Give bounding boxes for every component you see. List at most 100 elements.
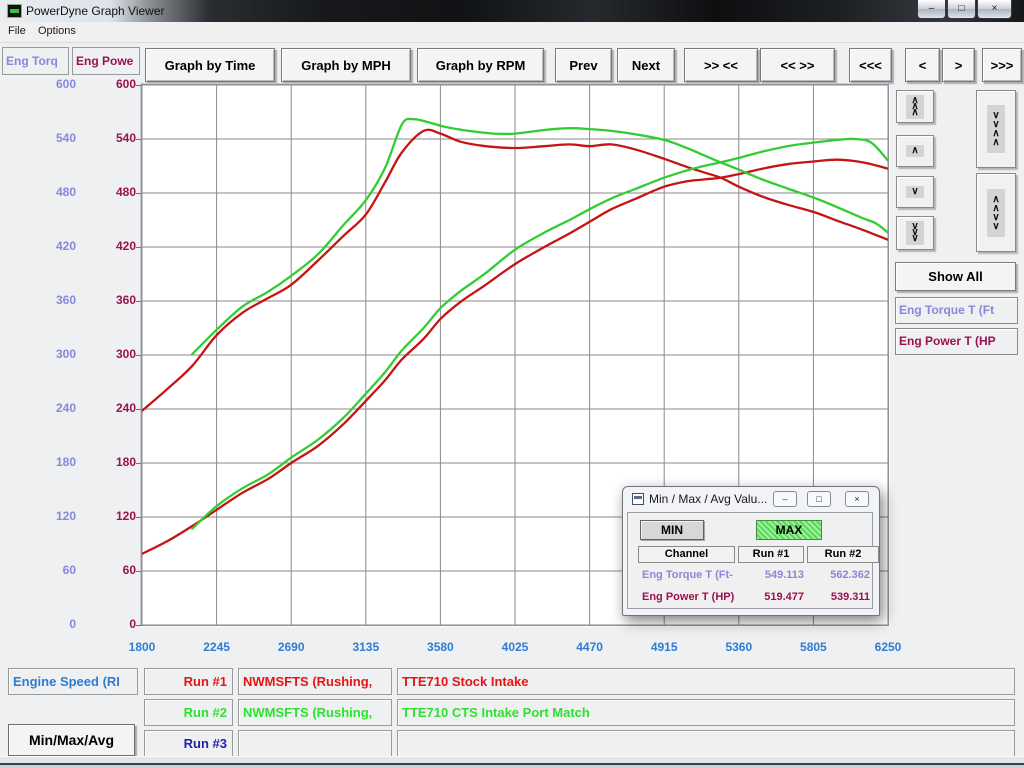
run1-operator-box[interactable]: NWMSFTS (Rushing, (238, 668, 392, 695)
rpm-axis-tick: 5360 (711, 640, 767, 654)
menu-file[interactable]: File (8, 25, 26, 37)
power-axis-tick: 60 (60, 563, 136, 577)
axis-tick-mark (136, 139, 141, 140)
torque-run2-max: 562.362 (800, 569, 870, 581)
minmax-avg-button[interactable]: Min/Max/Avg (8, 724, 135, 756)
minmax-title-bar[interactable]: Min / Max / Avg Valu... – □ × (623, 487, 879, 512)
scroll-top-button[interactable]: ∧ ∧ ∧ (896, 90, 934, 123)
compress-scale-button[interactable]: ∨ ∨ ∧ ∧ (976, 90, 1016, 168)
scroll-bottom-button[interactable]: ∨ ∨ ∨ (896, 216, 934, 250)
show-all-button[interactable]: Show All (895, 262, 1016, 291)
zoom-out-x-button[interactable]: << >> (760, 48, 835, 82)
window-title: PowerDyne Graph Viewer (26, 4, 165, 18)
title-bar[interactable]: PowerDyne Graph Viewer – □ × (0, 0, 1024, 22)
torque-channel-label[interactable]: Eng Torque T (Ft (895, 297, 1018, 324)
app-icon (7, 4, 22, 18)
menu-options[interactable]: Options (38, 25, 76, 37)
run3-operator-box[interactable] (238, 730, 392, 757)
torque-channel-box[interactable]: Eng Torq (2, 47, 69, 75)
rpm-axis-tick: 1800 (114, 640, 170, 654)
power-channel-box[interactable]: Eng Powe (72, 47, 140, 75)
axis-tick-mark (136, 571, 141, 572)
next-button[interactable]: Next (617, 48, 675, 82)
curve-run2-torque (192, 119, 888, 354)
minmax-minimize-icon[interactable]: – (773, 491, 797, 507)
graph-by-rpm-button[interactable]: Graph by RPM (417, 48, 544, 82)
run1-column-header: Run #1 (738, 546, 804, 563)
prev-button[interactable]: Prev (555, 48, 612, 82)
power-axis-tick: 240 (60, 401, 136, 415)
power-channel-label[interactable]: Eng Power T (HP (895, 328, 1018, 355)
min-button[interactable]: MIN (640, 520, 704, 540)
max-button[interactable]: MAX (756, 520, 822, 540)
chevron-triple-down-icon: ∨ ∨ ∨ (906, 221, 923, 245)
run2-label-box[interactable]: Run #2 (144, 699, 233, 726)
pan-left-button[interactable]: < (905, 48, 940, 82)
rpm-axis-tick: 6250 (860, 640, 916, 654)
run2-operator-box[interactable]: NWMSFTS (Rushing, (238, 699, 392, 726)
power-axis-tick: 180 (60, 455, 136, 469)
run3-label-box[interactable]: Run #3 (144, 730, 233, 757)
power-axis-tick: 360 (60, 293, 136, 307)
curve-run2-power (192, 139, 888, 529)
axis-tick-mark (136, 247, 141, 248)
pan-far-left-button[interactable]: <<< (849, 48, 892, 82)
expand-scale-button[interactable]: ∧ ∧ ∨ ∨ (976, 173, 1016, 252)
power-run1-max: 519.477 (734, 591, 804, 603)
rpm-axis-tick: 4470 (562, 640, 618, 654)
rpm-axis-tick: 5805 (785, 640, 841, 654)
axis-tick-mark (136, 193, 141, 194)
pan-right-button[interactable]: > (942, 48, 975, 82)
axis-tick-mark (136, 409, 141, 410)
channel-column-header: Channel (638, 546, 735, 563)
axis-tick-mark (136, 517, 141, 518)
run1-description-box[interactable]: TTE710 Stock Intake (397, 668, 1015, 695)
rpm-axis-tick: 3580 (412, 640, 468, 654)
minmax-body: MIN MAX Channel Run #1 Run #2 Eng Torque… (627, 512, 873, 609)
x-channel-box[interactable]: Engine Speed (RI (8, 668, 138, 695)
power-axis-tick: 480 (60, 185, 136, 199)
rpm-axis-tick: 3135 (338, 640, 394, 654)
axis-tick-mark (136, 625, 141, 626)
run2-column-header: Run #2 (807, 546, 879, 563)
graph-by-time-button[interactable]: Graph by Time (145, 48, 275, 82)
axis-tick-mark (136, 463, 141, 464)
powerdyne-window: { "window": { "title": "PowerDyne Graph … (0, 0, 1024, 768)
power-axis-tick: 120 (60, 509, 136, 523)
power-run2-max: 539.311 (800, 591, 870, 603)
chevron-up-icon: ∧ (906, 145, 923, 157)
graph-by-mph-button[interactable]: Graph by MPH (281, 48, 411, 82)
rpm-axis-tick: 4915 (636, 640, 692, 654)
axis-tick-mark (136, 301, 141, 302)
rpm-axis-tick: 2690 (263, 640, 319, 654)
zoom-in-x-button[interactable]: >> << (684, 48, 758, 82)
minmax-close-icon[interactable]: × (845, 491, 869, 507)
power-axis-tick: 0 (60, 617, 136, 631)
scroll-down-button[interactable]: ∨ (896, 176, 934, 208)
scroll-up-button[interactable]: ∧ (896, 135, 934, 167)
power-axis-tick: 300 (60, 347, 136, 361)
minmax-restore-icon[interactable]: □ (807, 491, 831, 507)
torque-run1-max: 549.113 (734, 569, 804, 581)
chevron-down-icon: ∨ (906, 186, 923, 198)
maximize-icon[interactable]: □ (947, 0, 976, 19)
rpm-axis-tick: 2245 (189, 640, 245, 654)
pan-far-right-button[interactable]: >>> (982, 48, 1022, 82)
menu-bar: File Options (0, 22, 1024, 43)
minmax-window[interactable]: Min / Max / Avg Valu... – □ × MIN MAX Ch… (622, 486, 880, 616)
run3-description-box[interactable] (397, 730, 1015, 757)
power-row-label: Eng Power T (HP) (642, 591, 734, 603)
torque-row-label: Eng Torque T (Ft- (642, 569, 733, 581)
chevrons-inward-icon: ∨ ∨ ∧ ∧ (987, 105, 1004, 153)
chevron-triple-up-icon: ∧ ∧ ∧ (906, 95, 923, 119)
power-axis-tick: 600 (60, 77, 136, 91)
close-icon[interactable]: × (977, 0, 1012, 19)
axis-tick-mark (136, 355, 141, 356)
window-bottom-frame (0, 756, 1024, 768)
run2-description-box[interactable]: TTE710 CTS Intake Port Match (397, 699, 1015, 726)
rpm-axis-tick: 4025 (487, 640, 543, 654)
run1-label-box[interactable]: Run #1 (144, 668, 233, 695)
power-axis-tick: 540 (60, 131, 136, 145)
minmax-window-icon (632, 493, 644, 505)
minimize-icon[interactable]: – (917, 0, 946, 19)
